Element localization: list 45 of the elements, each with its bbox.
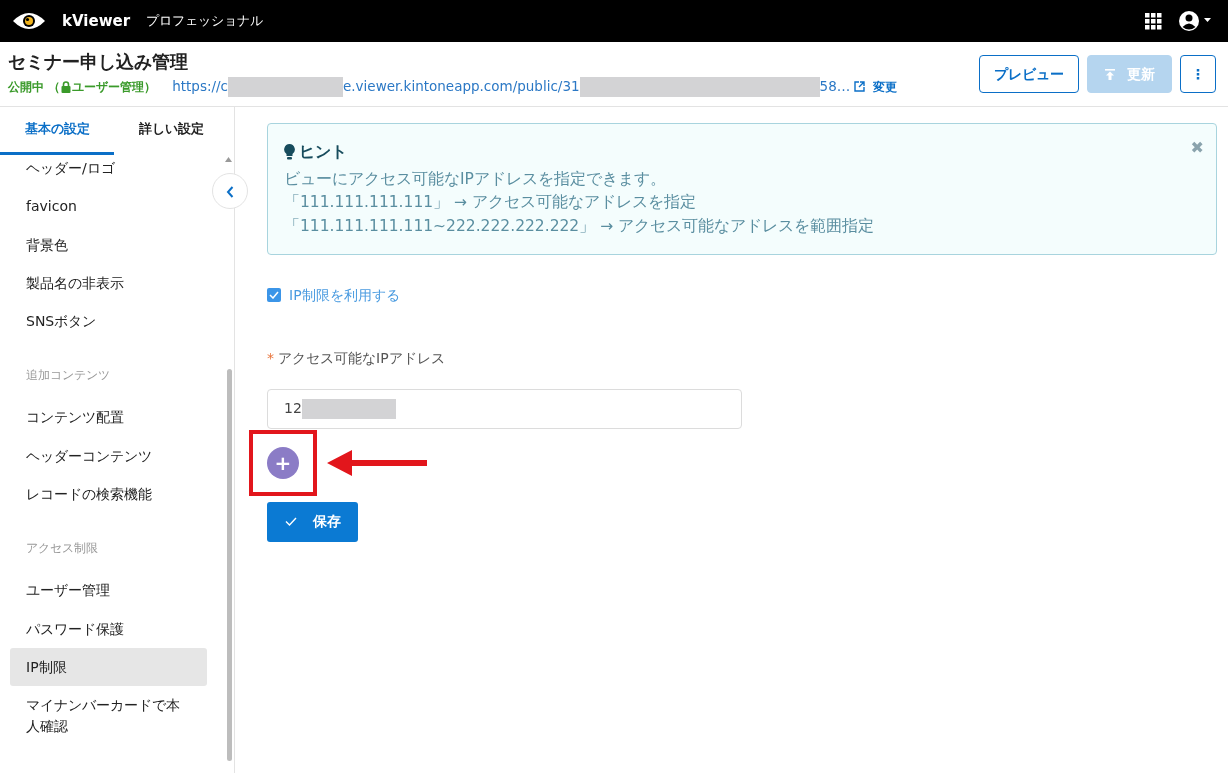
chevron-left-icon: [226, 185, 234, 198]
add-button[interactable]: +: [267, 446, 299, 479]
sidebar-item[interactable]: favicon: [10, 187, 207, 226]
brand-name: kViewer: [62, 10, 131, 32]
sidebar-item[interactable]: IP制限: [10, 647, 207, 687]
external-link-icon[interactable]: [854, 81, 866, 93]
hint-text: ビューにアクセス可能なIPアドレスを指定できます。: [284, 169, 667, 190]
field-label: アクセス可能なIPアドレス: [278, 348, 445, 368]
save-button[interactable]: 保存: [267, 501, 358, 542]
scroll-up-icon[interactable]: [225, 157, 232, 162]
hint-text: 「111.111.111.111」 → アクセス可能なアドレスを指定: [284, 192, 697, 214]
sidebar-item[interactable]: レコードの検索機能: [10, 475, 207, 514]
sidebar-item[interactable]: ユーザー管理: [10, 571, 207, 610]
settings-tab[interactable]: 基本の設定: [0, 107, 114, 155]
sidebar-item[interactable]: マイナンバーカードで本人確認: [10, 686, 200, 745]
section-heading: アクセス制限: [25, 540, 99, 558]
sidebar-item[interactable]: SNSボタン: [10, 302, 207, 341]
more-options-button[interactable]: ⋮: [1180, 55, 1216, 93]
eye-logo-icon: [12, 11, 46, 31]
lock-icon: [61, 80, 72, 93]
hint-title: ヒント: [299, 141, 347, 163]
upload-icon: [1104, 69, 1115, 80]
sidebar-item[interactable]: 製品名の非表示: [10, 263, 207, 303]
collapse-sidebar-button[interactable]: [212, 173, 248, 209]
section-heading: 追加コンテンツ: [25, 367, 111, 385]
preview-button[interactable]: プレビュー: [979, 55, 1079, 93]
ip-restriction-checkbox[interactable]: [267, 288, 281, 303]
sidebar-item[interactable]: ヘッダーコンテンツ: [10, 436, 207, 476]
check-icon: [284, 517, 297, 527]
lightbulb-icon: [284, 144, 295, 160]
sidebar-item[interactable]: パスワード保護: [10, 609, 207, 648]
sidebar-item[interactable]: 背景色: [10, 225, 207, 264]
ip-address-field[interactable]: 12: [267, 388, 742, 429]
account-menu-icon[interactable]: [1178, 10, 1212, 32]
view-url-link[interactable]: https://c e.viewer.kintoneapp.com/public/31 58…: [172, 76, 851, 98]
required-mark: *: [267, 348, 274, 368]
page-title: セミナー申し込み管理: [8, 50, 189, 73]
sidebar-item[interactable]: コンテンツ配置: [10, 398, 207, 437]
checkbox-label: IP制限を利用する: [289, 285, 400, 305]
scrollbar-thumb[interactable]: [227, 369, 232, 761]
edition-label: プロフェッショナル: [146, 12, 264, 31]
change-link[interactable]: 変更: [873, 77, 898, 96]
publish-status: 公開中 （ ユーザー管理）: [8, 78, 157, 96]
apps-grid-icon[interactable]: [1145, 12, 1162, 30]
hint-text: 「111.111.111.111~222.222.222.222」 → アクセス可能なアドレスを範囲指定: [284, 215, 876, 237]
